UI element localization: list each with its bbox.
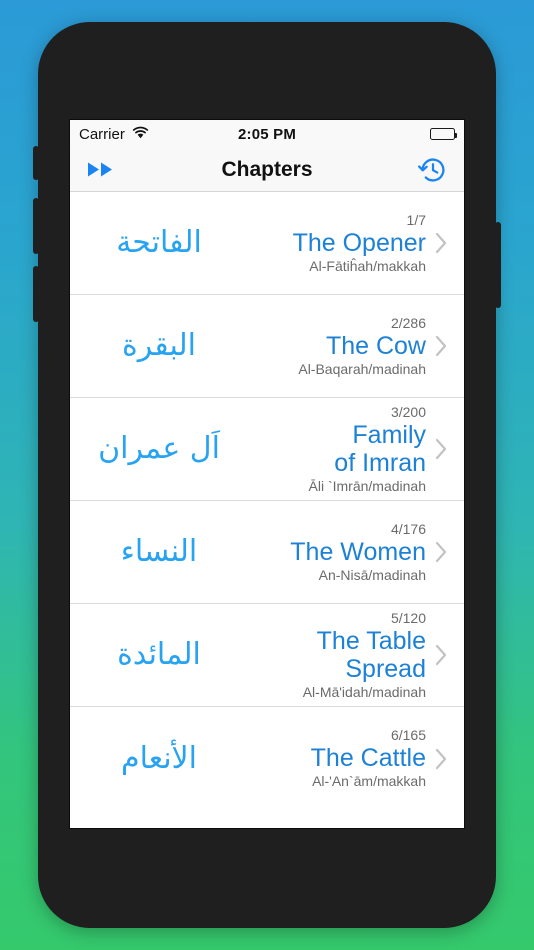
status-bar: Carrier 2:05 PM xyxy=(70,120,464,148)
chapter-arabic-name: الأنعام xyxy=(121,740,197,776)
chapter-info: 6/165 The Cattle Al-'An`ām/makkah xyxy=(311,727,430,790)
chapter-row[interactable]: الأنعام 6/165 The Cattle Al-'An`ām/makka… xyxy=(70,707,464,810)
chapter-transliteration: Al-Fātiĥah/makkah xyxy=(309,257,426,274)
chapter-transliteration: Al-Baqarah/madinah xyxy=(298,360,426,377)
chapter-info: 4/176 The Women An-Nisā/madinah xyxy=(290,521,430,584)
phone-frame: Carrier 2:05 PM Chapters الفاتحة 1/7 The… xyxy=(33,22,501,928)
chapter-list: الفاتحة 1/7 The Opener Al-Fātiĥah/makkah… xyxy=(70,192,464,810)
chapter-arabic-name: المائدة xyxy=(117,637,201,673)
volume-up-button[interactable] xyxy=(33,198,39,254)
power-button[interactable] xyxy=(495,222,501,308)
phone-screen: Carrier 2:05 PM Chapters الفاتحة 1/7 The… xyxy=(69,119,465,829)
chapter-arabic-name: النساء xyxy=(120,534,198,570)
navigation-bar: Chapters xyxy=(70,148,464,192)
chapter-verse-count: 2/286 xyxy=(390,314,426,331)
status-bar-clock: 2:05 PM xyxy=(237,125,297,143)
chapter-row[interactable]: اَل عمران 3/200 Family of Imran Āli `Imr… xyxy=(70,398,464,501)
chapter-info: 2/286 The Cow Al-Baqarah/madinah xyxy=(298,315,430,378)
chapter-info: 5/120 The Table Spread Al-Mā'idah/madina… xyxy=(303,610,430,701)
chapter-verse-count: 4/176 xyxy=(390,520,426,537)
chapter-english-name: The Opener xyxy=(292,228,426,257)
chapter-transliteration: Al-'An`ām/makkah xyxy=(312,773,426,790)
chapter-arabic-name: اَل عمران xyxy=(98,431,220,467)
chevron-right-icon xyxy=(430,541,452,563)
chapter-transliteration: An-Nisā/madinah xyxy=(318,566,426,583)
chapter-verse-count: 6/165 xyxy=(390,727,426,744)
chapter-row[interactable]: المائدة 5/120 The Table Spread Al-Mā'ida… xyxy=(70,604,464,707)
chapter-english-name: The Women xyxy=(290,537,426,566)
battery-icon xyxy=(430,128,457,140)
chapter-english-name: The Cow xyxy=(325,331,426,360)
chapter-info: 3/200 Family of Imran Āli `Imrān/madinah xyxy=(309,404,431,495)
volume-down-button[interactable] xyxy=(33,266,39,322)
chapter-arabic-name: الفاتحة xyxy=(116,225,202,261)
fast-forward-icon[interactable] xyxy=(86,161,116,178)
chapter-english-name: The Table Spread xyxy=(316,626,426,683)
chapter-info: 1/7 The Opener Al-Fātiĥah/makkah xyxy=(293,212,430,275)
chapter-verse-count: 3/200 xyxy=(390,403,426,420)
chapter-verse-count: 1/7 xyxy=(406,211,426,228)
chapter-transliteration: Āli `Imrān/madinah xyxy=(308,477,427,494)
silent-switch[interactable] xyxy=(33,146,39,180)
chevron-right-icon xyxy=(430,748,452,770)
status-bar-right xyxy=(430,128,457,140)
chapter-verse-count: 5/120 xyxy=(390,609,426,626)
chevron-right-icon xyxy=(430,644,452,666)
chapter-transliteration: Al-Mā'idah/madinah xyxy=(302,683,426,700)
chapter-english-name: Family of Imran xyxy=(334,420,426,477)
chapter-arabic-name: البقرة xyxy=(122,328,196,364)
chevron-right-icon xyxy=(430,232,452,254)
chapter-row[interactable]: البقرة 2/286 The Cow Al-Baqarah/madinah xyxy=(70,295,464,398)
chevron-right-icon xyxy=(430,335,452,357)
page-title: Chapters xyxy=(221,157,313,181)
history-clock-icon[interactable] xyxy=(418,155,448,185)
chapter-english-name: The Cattle xyxy=(310,744,426,773)
chevron-right-icon xyxy=(430,438,452,460)
chapter-row[interactable]: الفاتحة 1/7 The Opener Al-Fātiĥah/makkah xyxy=(70,192,464,295)
chapter-row[interactable]: النساء 4/176 The Women An-Nisā/madinah xyxy=(70,501,464,604)
